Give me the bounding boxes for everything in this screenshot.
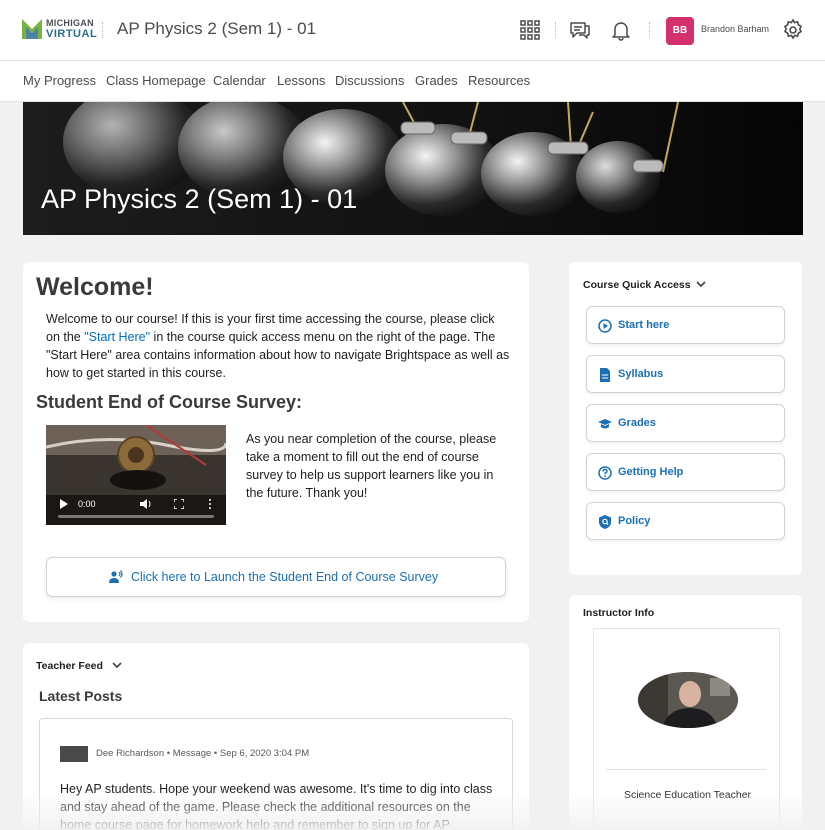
launch-survey-button[interactable]: Click here to Launch the Student End of … <box>46 557 506 597</box>
fullscreen-icon[interactable] <box>174 499 184 509</box>
quick-access-policy[interactable]: Policy <box>586 502 785 540</box>
michigan-virtual-logo[interactable]: MICHIGAN VIRTUAL <box>22 17 97 43</box>
gear-icon[interactable] <box>781 18 805 42</box>
shield-icon <box>599 515 611 529</box>
logo-text-line1: MICHIGAN <box>46 18 94 28</box>
instructor-divider <box>606 769 766 770</box>
bell-icon[interactable] <box>609 18 633 42</box>
quick-access-grades[interactable]: Grades <box>586 404 785 442</box>
survey-video-player[interactable]: 0:00 <box>46 425 226 525</box>
launch-survey-label: Click here to Launch the Student End of … <box>131 570 439 584</box>
course-quick-access-widget: Course Quick Access Start here Syllabus … <box>569 262 802 575</box>
quick-access-label: Grades <box>618 417 656 429</box>
latest-posts-heading: Latest Posts <box>39 688 123 704</box>
welcome-paragraph: Welcome to our course! If this is your f… <box>46 310 511 382</box>
teacher-feed-title: Teacher Feed <box>36 660 103 672</box>
logo-mark-icon <box>22 19 42 39</box>
video-progress-bar[interactable] <box>58 515 214 518</box>
survey-heading: Student End of Course Survey: <box>36 392 303 412</box>
course-title[interactable]: AP Physics 2 (Sem 1) - 01 <box>117 19 316 39</box>
volume-icon[interactable] <box>140 499 152 509</box>
chat-icon[interactable] <box>568 18 592 42</box>
welcome-heading: Welcome! <box>36 273 154 301</box>
nav-class-homepage[interactable]: Class Homepage <box>106 73 206 88</box>
quick-access-label: Start here <box>618 319 670 331</box>
start-here-link[interactable]: "Start Here" <box>84 330 150 344</box>
video-controls: 0:00 <box>46 493 226 525</box>
feed-post: Dee Richardson • Message • Sep 6, 2020 3… <box>39 718 513 830</box>
header-divider <box>555 22 556 38</box>
quick-access-syllabus[interactable]: Syllabus <box>586 355 785 393</box>
nav-calendar[interactable]: Calendar <box>213 73 266 88</box>
instructor-info-widget: Instructor Info Science Education Teache… <box>569 595 802 830</box>
quick-access-title: Course Quick Access <box>583 279 691 291</box>
header-divider <box>102 22 103 38</box>
instructor-photo <box>638 672 738 728</box>
chevron-down-icon[interactable] <box>111 660 123 670</box>
post-author-avatar <box>60 746 88 762</box>
logo-text-line2: VIRTUAL <box>46 28 98 40</box>
post-body: Hey AP students. Hope your weekend was a… <box>60 782 493 830</box>
more-options-icon[interactable] <box>208 499 212 509</box>
quick-access-getting-help[interactable]: Getting Help <box>586 453 785 491</box>
video-time: 0:00 <box>78 499 96 509</box>
instructor-info-title: Instructor Info <box>583 607 655 619</box>
welcome-widget: Welcome! Welcome to our course! If this … <box>23 262 529 622</box>
play-icon[interactable] <box>59 499 69 509</box>
quick-access-label: Syllabus <box>618 368 664 380</box>
quick-access-label: Policy <box>618 515 651 527</box>
avatar[interactable]: BB <box>666 17 694 45</box>
header-divider <box>649 22 650 38</box>
grid-icon[interactable] <box>518 18 542 42</box>
top-header: MICHIGAN VIRTUAL AP Physics 2 (Sem 1) - … <box>0 0 825 60</box>
nav-grades[interactable]: Grades <box>415 73 458 88</box>
person-speaking-icon <box>109 570 123 583</box>
graduation-cap-icon <box>598 419 612 429</box>
instructor-portrait-image <box>638 672 738 728</box>
course-banner: AP Physics 2 (Sem 1) - 01 <box>23 102 803 235</box>
nav-lessons[interactable]: Lessons <box>277 73 325 88</box>
nav-resources[interactable]: Resources <box>468 73 530 88</box>
survey-description: As you near completion of the course, pl… <box>246 432 497 500</box>
nav-discussions[interactable]: Discussions <box>335 73 404 88</box>
chevron-down-icon[interactable] <box>695 279 707 289</box>
banner-title: AP Physics 2 (Sem 1) - 01 <box>41 184 358 214</box>
post-meta: Dee Richardson • Message • Sep 6, 2020 3… <box>96 748 310 759</box>
quick-access-start-here[interactable]: Start here <box>586 306 785 344</box>
instructor-card: Science Education Teacher <box>593 628 780 830</box>
newtons-cradle-image <box>23 102 803 235</box>
document-icon <box>600 368 610 382</box>
teacher-feed-widget: Teacher Feed Latest Posts Dee Richardson… <box>23 643 529 830</box>
user-name[interactable]: Brandon Barham <box>701 24 769 34</box>
help-circle-icon <box>598 466 612 480</box>
quick-access-label: Getting Help <box>618 466 684 478</box>
play-circle-icon <box>598 319 612 333</box>
course-navbar: My Progress Class Homepage Calendar Less… <box>0 60 825 102</box>
nav-my-progress[interactable]: My Progress <box>23 73 96 88</box>
instructor-role: Science Education Teacher <box>623 789 752 801</box>
